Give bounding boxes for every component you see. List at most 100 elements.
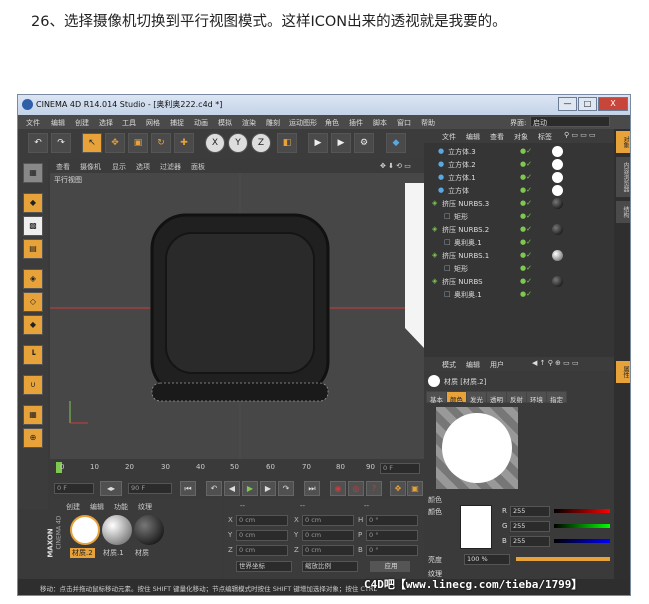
attr-tab-color[interactable]: 颜色 bbox=[446, 391, 467, 404]
texture-mode-icon[interactable]: ▩ bbox=[23, 216, 43, 236]
menu-sculpt[interactable]: 雕刻 bbox=[266, 118, 280, 128]
attr-nav-icon[interactable]: ◀ ↑ ⚲ ⊕ ▭ ▭ bbox=[532, 359, 579, 367]
scale-icon[interactable]: ▣ bbox=[128, 133, 148, 153]
render-view-icon[interactable]: ▶ bbox=[308, 133, 328, 153]
object-row[interactable]: ● 立方体.3 ●✓ bbox=[424, 145, 614, 158]
object-row[interactable]: ◈ 挤压 NURBS.3 ●✓ bbox=[424, 197, 614, 210]
menu-animate[interactable]: 动画 bbox=[194, 118, 208, 128]
visibility-check-icon[interactable]: ●✓ bbox=[520, 212, 532, 220]
rot-p-field[interactable]: 0 ° bbox=[366, 530, 418, 541]
coord-z-field[interactable]: 0 cm bbox=[236, 545, 288, 556]
redo-icon[interactable]: ↷ bbox=[51, 133, 71, 153]
material-tag-icon[interactable] bbox=[552, 198, 563, 209]
object-row[interactable]: □ 矩形 ●✓ bbox=[424, 210, 614, 223]
minimize-button[interactable]: — bbox=[558, 97, 577, 111]
move-icon[interactable]: ✥ bbox=[105, 133, 125, 153]
next-key-icon[interactable]: ↷ bbox=[278, 481, 294, 496]
maximize-button[interactable]: □ bbox=[578, 97, 597, 111]
help-icon[interactable]: ? bbox=[366, 481, 382, 496]
apply-button[interactable]: 应用 bbox=[370, 561, 410, 572]
mat-menu-function[interactable]: 功能 bbox=[114, 502, 128, 512]
menu-help[interactable]: 帮助 bbox=[421, 118, 435, 128]
add-icon[interactable]: ✚ bbox=[174, 133, 194, 153]
menu-character[interactable]: 角色 bbox=[325, 118, 339, 128]
start-frame-field[interactable]: 0 F bbox=[54, 483, 94, 494]
menu-snap[interactable]: 捕捉 bbox=[170, 118, 184, 128]
size-x-field[interactable]: 0 cm bbox=[302, 515, 354, 526]
object-row[interactable]: □ 奥利奥.1 ●✓ bbox=[424, 288, 614, 301]
viewport-menu-display[interactable]: 显示 bbox=[112, 162, 126, 172]
object-row[interactable]: ● 立方体.1 ●✓ bbox=[424, 171, 614, 184]
interface-select[interactable]: 启动 bbox=[530, 116, 610, 127]
visibility-check-icon[interactable]: ●✓ bbox=[520, 199, 532, 207]
snapping-icon[interactable]: ▦ bbox=[23, 405, 43, 425]
object-row[interactable]: □ 矩形 ●✓ bbox=[424, 262, 614, 275]
obj-menu-objects[interactable]: 对象 bbox=[514, 132, 528, 142]
viewport-menu-filter[interactable]: 过滤器 bbox=[160, 162, 181, 172]
material-tag-icon[interactable] bbox=[552, 276, 563, 287]
g-field[interactable]: 255 bbox=[510, 521, 550, 532]
attr-tab-reflection[interactable]: 反射 bbox=[506, 391, 527, 404]
viewport-menu-options[interactable]: 选项 bbox=[136, 162, 150, 172]
material-swatch-1[interactable] bbox=[102, 515, 132, 545]
object-row[interactable]: ◈ 挤压 NURBS.2 ●✓ bbox=[424, 223, 614, 236]
edges-mode-icon[interactable]: ◇ bbox=[23, 292, 43, 312]
previous-key-icon[interactable]: ↶ bbox=[206, 481, 222, 496]
material-tag-icon[interactable] bbox=[552, 250, 563, 261]
attr-tab-basic[interactable]: 基本 bbox=[426, 391, 447, 404]
material-tag-icon[interactable] bbox=[552, 159, 563, 170]
previous-frame-icon[interactable]: ◀ bbox=[224, 481, 240, 496]
object-row[interactable]: □ 奥利奥.1 ●✓ bbox=[424, 236, 614, 249]
rotate-icon[interactable]: ↻ bbox=[151, 133, 171, 153]
next-frame-icon[interactable]: ▶ bbox=[260, 481, 276, 496]
render-picture-icon[interactable]: ▶ bbox=[331, 133, 351, 153]
mat-menu-texture[interactable]: 纹理 bbox=[138, 502, 152, 512]
size-y-field[interactable]: 0 cm bbox=[302, 530, 354, 541]
record-icon[interactable]: ◉ bbox=[330, 481, 346, 496]
viewport-menu-view[interactable]: 查看 bbox=[56, 162, 70, 172]
color-swatch[interactable] bbox=[460, 505, 492, 549]
timeline[interactable]: 0 10 20 30 40 50 60 70 80 90 0 F bbox=[50, 459, 424, 479]
b-slider[interactable] bbox=[554, 539, 610, 543]
viewport[interactable]: 查看 摄像机 显示 选项 过滤器 面板 ✥ ⬇ ⟲ ▭ 平行视图 bbox=[50, 159, 424, 459]
coord-x-field[interactable]: 0 cm bbox=[236, 515, 288, 526]
material-swatch-2[interactable] bbox=[70, 515, 100, 545]
rot-b-field[interactable]: 0 ° bbox=[366, 545, 418, 556]
menu-script[interactable]: 脚本 bbox=[373, 118, 387, 128]
obj-search-icon[interactable]: ⚲ ▭ ▭ ▭ bbox=[564, 131, 596, 139]
workplane-icon[interactable]: ▤ bbox=[23, 239, 43, 259]
visibility-check-icon[interactable]: ●✓ bbox=[520, 264, 532, 272]
undo-icon[interactable]: ↶ bbox=[28, 133, 48, 153]
mat-menu-create[interactable]: 创建 bbox=[66, 502, 80, 512]
autokey-icon[interactable]: ◎ bbox=[348, 481, 364, 496]
frame-stepper-icon[interactable]: ◂▸ bbox=[100, 481, 122, 496]
g-slider[interactable] bbox=[554, 524, 610, 528]
axis-mode-icon[interactable]: ┗ bbox=[23, 345, 43, 365]
obj-menu-tags[interactable]: 标签 bbox=[538, 132, 552, 142]
object-row[interactable]: ● 立方体.2 ●✓ bbox=[424, 158, 614, 171]
current-frame-field[interactable]: 0 F bbox=[380, 463, 420, 474]
obj-menu-file[interactable]: 文件 bbox=[442, 132, 456, 142]
material-label-0[interactable]: 材质 bbox=[135, 548, 149, 558]
menu-render[interactable]: 渲染 bbox=[242, 118, 256, 128]
obj-menu-view[interactable]: 查看 bbox=[490, 132, 504, 142]
go-to-start-icon[interactable]: ⏮ bbox=[180, 481, 196, 496]
menu-simulate[interactable]: 模拟 bbox=[218, 118, 232, 128]
menu-tools[interactable]: 工具 bbox=[122, 118, 136, 128]
menu-plugins[interactable]: 插件 bbox=[349, 118, 363, 128]
attr-menu-user[interactable]: 用户 bbox=[490, 360, 504, 370]
object-row[interactable]: ◈ 挤压 NURBS.1 ●✓ bbox=[424, 249, 614, 262]
attr-menu-edit[interactable]: 编辑 bbox=[466, 360, 480, 370]
menu-window[interactable]: 窗口 bbox=[397, 118, 411, 128]
magnet-icon[interactable]: ∪ bbox=[23, 375, 43, 395]
visibility-check-icon[interactable]: ●✓ bbox=[520, 277, 532, 285]
r-slider[interactable] bbox=[554, 509, 610, 513]
visibility-check-icon[interactable]: ●✓ bbox=[520, 238, 532, 246]
end-frame-field[interactable]: 90 F bbox=[128, 483, 172, 494]
attr-tab-assign[interactable]: 指定 bbox=[546, 391, 567, 404]
menu-select[interactable]: 选择 bbox=[99, 118, 113, 128]
tab-structure[interactable]: 结构 bbox=[616, 201, 630, 223]
tab-attributes[interactable]: 属性 bbox=[616, 361, 630, 383]
make-editable-icon[interactable]: ▦ bbox=[23, 163, 43, 183]
attr-menu-mode[interactable]: 模式 bbox=[442, 360, 456, 370]
